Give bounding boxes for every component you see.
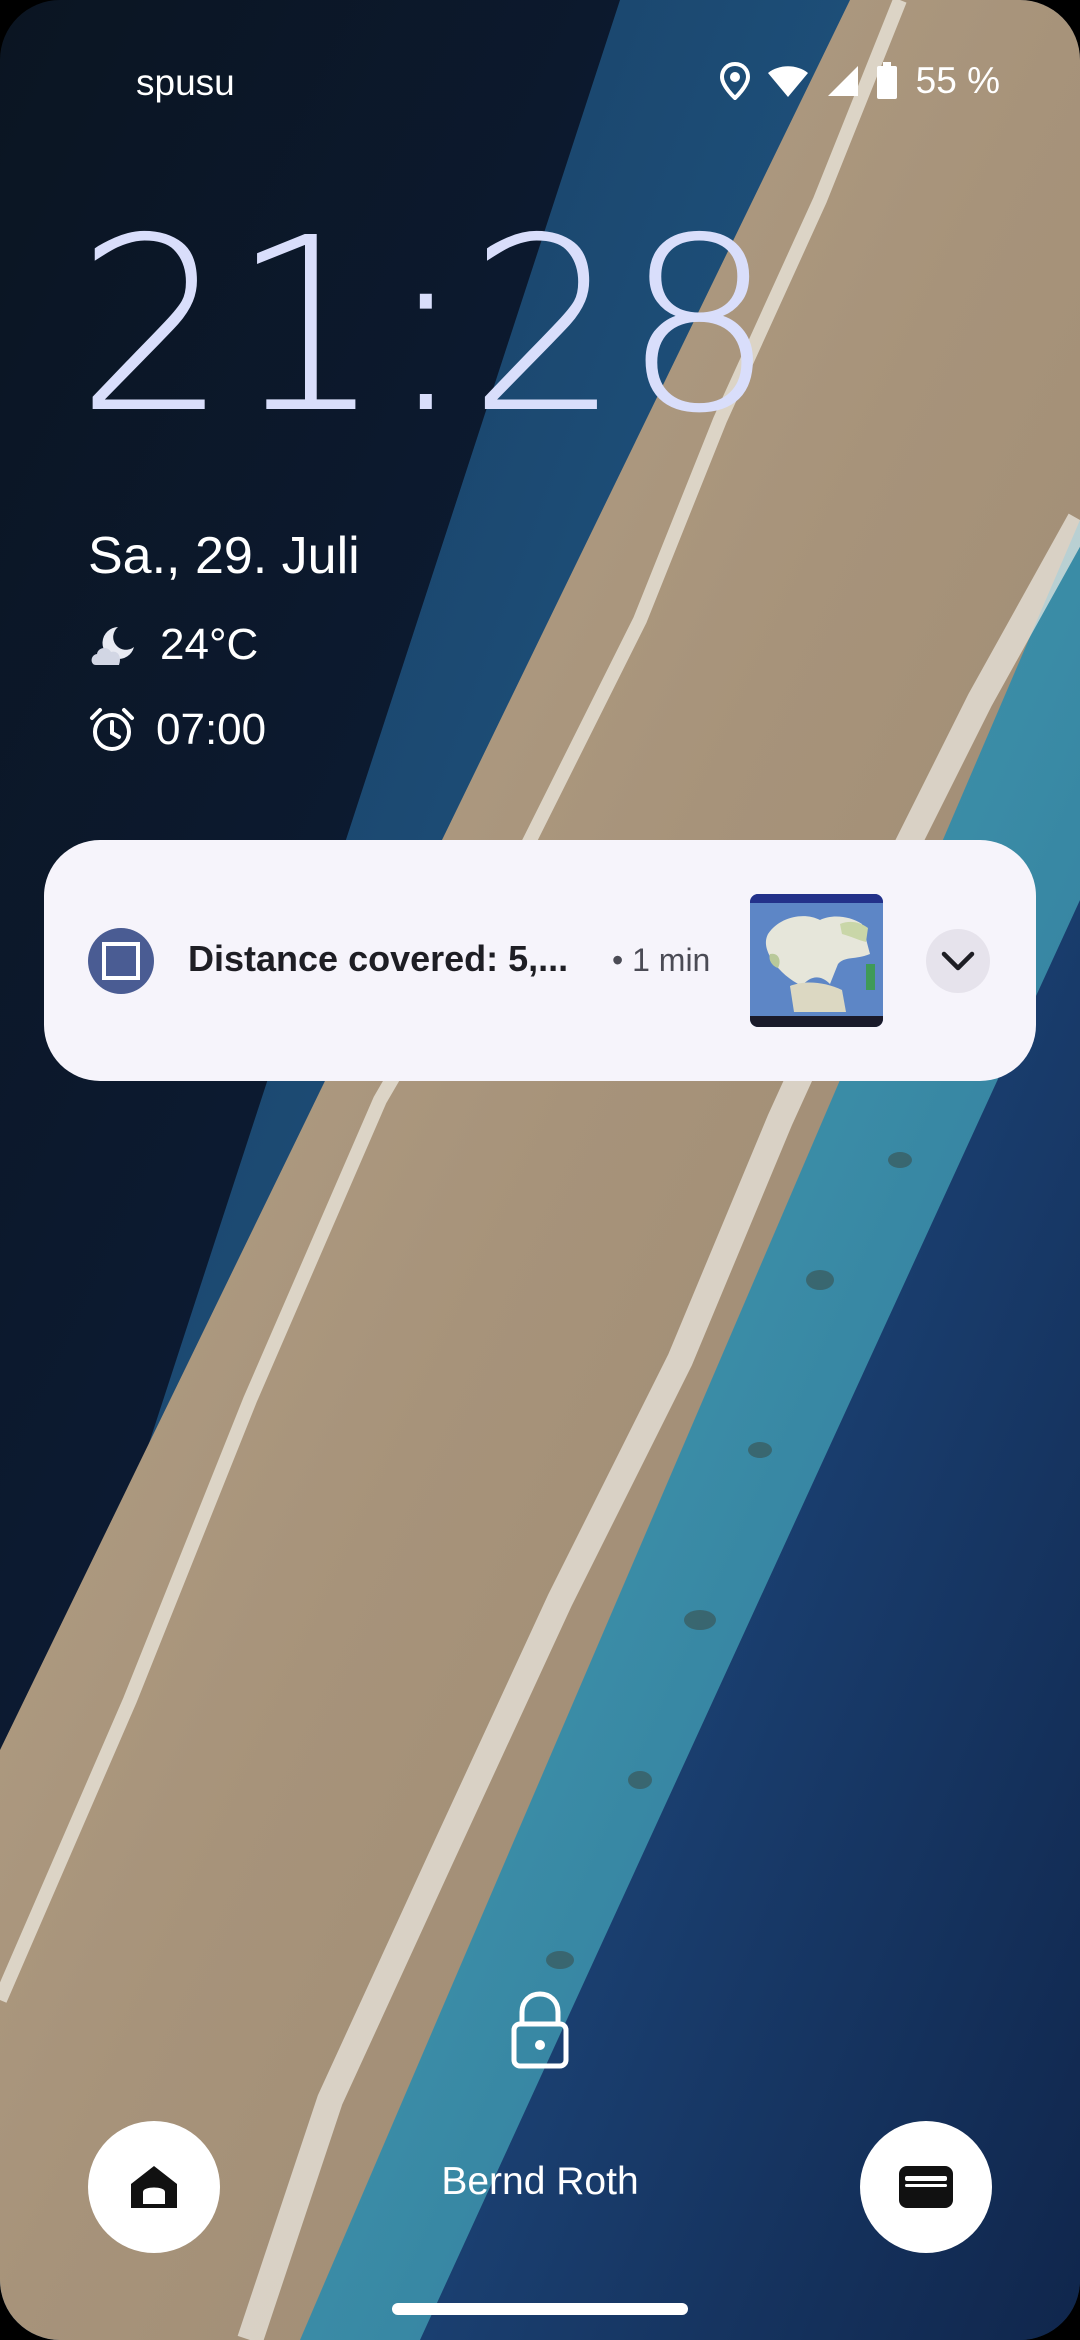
stop-square-icon <box>88 928 154 994</box>
wifi-icon <box>767 66 808 97</box>
lock-screen: spusu 55 % 21:28 Sa., 29. Juli 24°C 07:0… <box>0 0 1080 2340</box>
wallet-shortcut-button[interactable] <box>860 2121 992 2253</box>
carrier-name: spusu <box>136 62 235 103</box>
map-thumbnail <box>750 894 883 1027</box>
lockscreen-clock: 21:28 <box>76 186 778 466</box>
battery-icon <box>876 62 897 99</box>
status-bar: spusu 55 % <box>0 0 1080 170</box>
weather-temperature: 24°C <box>160 620 259 669</box>
location-icon <box>719 62 750 100</box>
wallet-icon <box>899 2166 953 2208</box>
status-icons: 55 % <box>719 58 1000 104</box>
weather-info[interactable]: 24°C <box>88 620 258 670</box>
home-shortcut-button[interactable] <box>88 2121 220 2253</box>
alarm-info[interactable]: 07:00 <box>88 705 266 755</box>
expand-notification-button[interactable] <box>926 929 990 993</box>
notification-title: Distance covered: 5,... <box>188 938 569 979</box>
owner-info: Bernd Roth <box>441 2160 639 2203</box>
alarm-clock-icon <box>90 708 134 751</box>
moon-cloud-icon <box>91 627 134 665</box>
notification-time: • 1 min <box>612 942 711 978</box>
notification-card[interactable]: Distance covered: 5,... • 1 min <box>44 840 1036 1081</box>
lock-icon[interactable] <box>508 1990 572 2070</box>
navigation-handle[interactable] <box>392 2303 688 2315</box>
alarm-time: 07:00 <box>156 705 267 754</box>
lockscreen-date[interactable]: Sa., 29. Juli <box>88 526 360 586</box>
cell-signal-icon <box>827 66 858 96</box>
chevron-down-icon <box>941 951 975 971</box>
battery-percentage: 55 % <box>915 60 1000 101</box>
home-icon <box>131 2166 177 2208</box>
